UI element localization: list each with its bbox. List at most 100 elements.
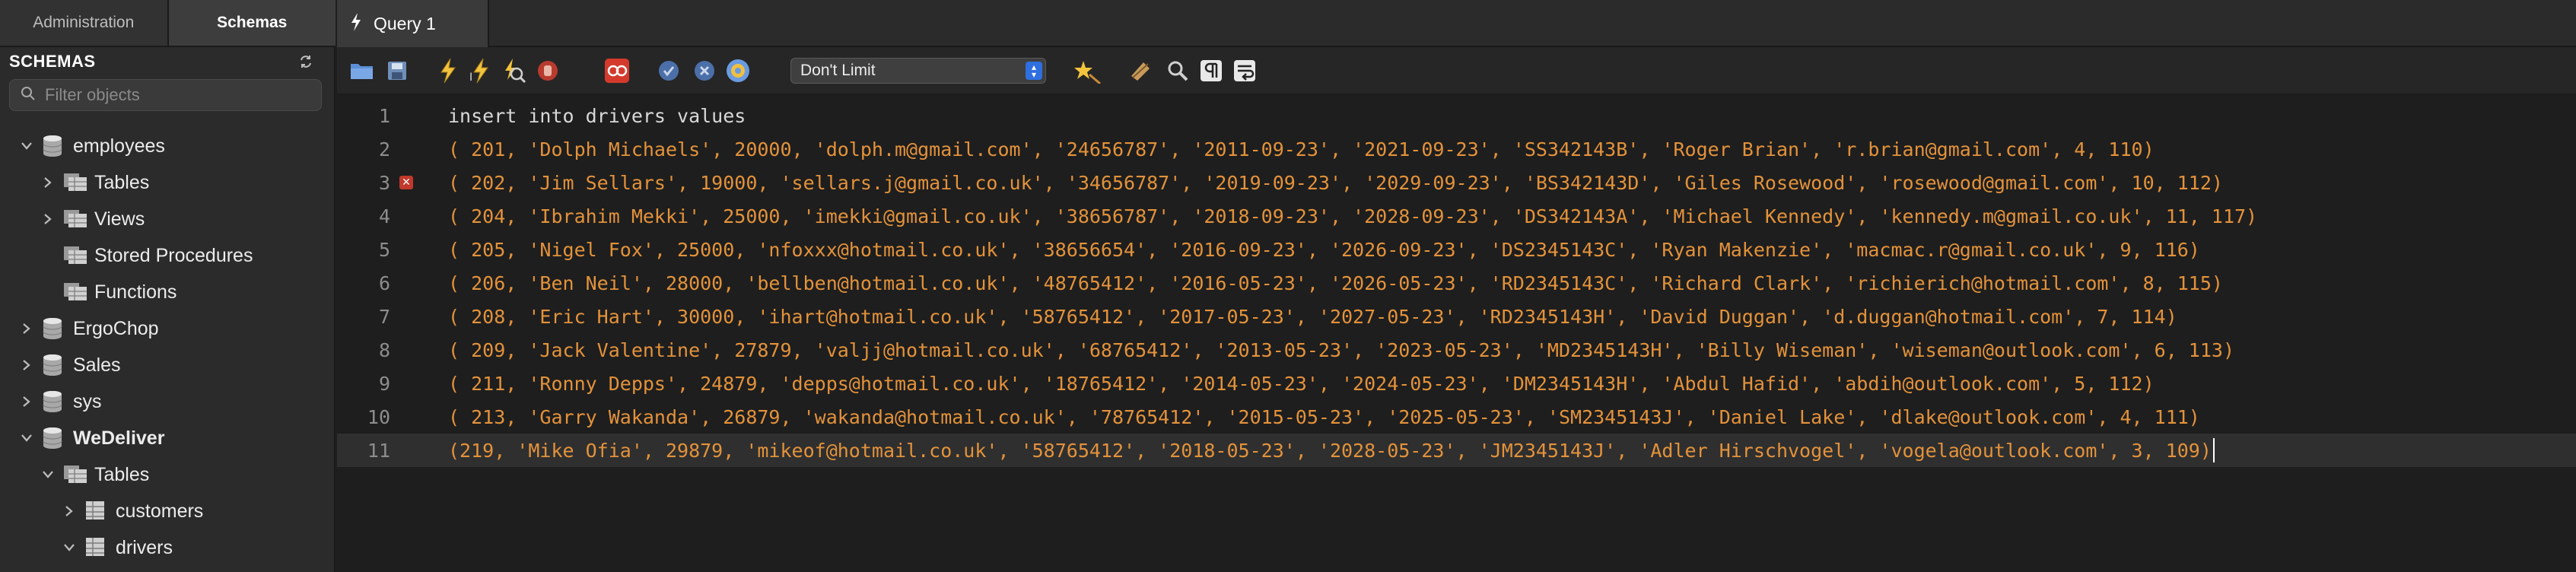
editor-line[interactable]: 9 ( 211, 'Ronny Depps', 24879, 'depps@hot… [337, 367, 2576, 400]
commit-icon[interactable] [654, 56, 683, 85]
tree-item-tables[interactable]: Tables [0, 456, 336, 493]
editor-line[interactable]: 6 ( 206, 'Ben Neil', 28000, 'bellben@hotm… [337, 266, 2576, 300]
line-number: 4 [378, 205, 390, 227]
line-number: 1 [378, 104, 390, 127]
tree-item-customers[interactable]: customers [0, 493, 336, 529]
rollback-icon[interactable] [690, 56, 719, 85]
autocommit-icon[interactable] [724, 56, 752, 85]
database-icon [41, 316, 67, 341]
database-icon [41, 389, 67, 414]
line-number: 11 [367, 439, 390, 462]
execute-current-icon[interactable]: I [466, 56, 495, 85]
wrap-lines-icon[interactable] [1230, 56, 1259, 85]
tree-item-stored-procedures[interactable]: Stored Procedures [0, 237, 336, 274]
search-replace-icon[interactable] [1163, 56, 1192, 85]
filter-input[interactable] [45, 85, 304, 105]
sql-file-icon [349, 12, 363, 36]
query-tab-label: Query 1 [374, 13, 436, 33]
chevron-right-icon[interactable] [40, 211, 56, 227]
beautify-icon[interactable] [1073, 56, 1102, 85]
svg-text:I: I [469, 72, 472, 84]
code-text: ( 211, 'Ronny Depps', 24879, 'depps@hotm… [448, 372, 2155, 395]
tree-item-employees[interactable]: employees [0, 128, 336, 164]
save-icon[interactable] [383, 56, 412, 85]
chevron-right-icon[interactable] [40, 174, 56, 191]
explain-icon[interactable] [499, 56, 528, 85]
error-marker-icon[interactable]: ✕ [399, 176, 413, 189]
refresh-icon[interactable] [296, 52, 316, 72]
schemas-title: SCHEMAS [9, 52, 96, 71]
code-text: ( 204, 'Ibrahim Mekki', 25000, 'imekki@g… [448, 205, 2258, 227]
tree-item-wedeliver[interactable]: WeDeliver [0, 420, 336, 456]
editor-line[interactable]: 4 ( 204, 'Ibrahim Mekki', 25000, 'imekki@… [337, 199, 2576, 233]
schema-tree: employees Tables Views Stored Procedures Fun… [0, 128, 336, 566]
tree-item-label: Sales [73, 354, 121, 376]
chevron-right-icon[interactable] [18, 393, 35, 410]
stop-icon[interactable] [533, 56, 562, 85]
editor-line[interactable]: 1 insert into drivers values [337, 99, 2576, 132]
line-number: 10 [367, 405, 390, 428]
editor-line[interactable]: 3 ✕ ( 202, 'Jim Sellars', 19000, 'sellars.… [337, 166, 2576, 199]
find-icon[interactable] [1127, 56, 1156, 85]
chevron-down-icon[interactable] [18, 430, 35, 446]
execute-icon[interactable] [434, 56, 463, 85]
tree-item-functions[interactable]: Functions [0, 274, 336, 310]
open-file-icon[interactable] [348, 56, 377, 85]
search-icon [21, 86, 36, 105]
chevron-right-icon[interactable] [18, 320, 35, 337]
line-number: 6 [378, 272, 390, 294]
toggle-error-icon[interactable] [603, 56, 631, 85]
tree-item-label: sys [73, 390, 102, 412]
line-number: 5 [378, 238, 390, 261]
code-text: ( 213, 'Garry Wakanda', 26879, 'wakanda@… [448, 405, 2200, 428]
chevron-down-icon[interactable] [18, 138, 35, 154]
views-folder-icon [62, 207, 88, 231]
database-icon [41, 426, 67, 450]
limit-rows-select[interactable]: Don't Limit ▴ ▾ [790, 58, 1046, 84]
code-text: ( 202, 'Jim Sellars', 19000, 'sellars.j@… [448, 171, 2223, 194]
procedures-folder-icon [62, 243, 88, 268]
tab-schemas[interactable]: Schemas [167, 0, 336, 46]
tree-item-label: Tables [94, 463, 150, 485]
editor-line[interactable]: 11 (219, 'Mike Ofia', 29879, 'mikeof@hotm… [337, 434, 2576, 467]
tree-item-views[interactable]: Views [0, 201, 336, 237]
chevron-down-icon[interactable] [40, 466, 56, 483]
chevron-down-icon[interactable] [61, 539, 78, 556]
code-text: ( 209, 'Jack Valentine', 27879, 'valjj@h… [448, 338, 2234, 361]
chevron-right-icon[interactable] [18, 357, 35, 373]
editor-line[interactable]: 5 ( 205, 'Nigel Fox', 25000, 'nfoxxx@hotm… [337, 233, 2576, 266]
sql-editor[interactable]: 1 insert into drivers values 2 ( 201, 'Dolp… [337, 97, 2576, 572]
line-number: 3 [378, 171, 390, 194]
tree-item-label: Functions [94, 281, 177, 303]
tree-item-label: Tables [94, 171, 150, 193]
limit-rows-value: Don't Limit [800, 62, 876, 79]
invisible-chars-icon[interactable] [1197, 56, 1226, 85]
navigator-tabs: Administration Schemas [0, 0, 336, 47]
tab-query-1[interactable]: Query 1 [337, 0, 489, 47]
tree-item-sales[interactable]: Sales [0, 347, 336, 383]
database-icon [41, 134, 67, 158]
code-text: (219, 'Mike Ofia', 29879, 'mikeof@hotmai… [448, 439, 2212, 462]
tree-item-tables[interactable]: Tables [0, 164, 336, 201]
editor-line[interactable]: 2 ( 201, 'Dolph Michaels', 20000, 'dolph.… [337, 132, 2576, 166]
editor-line[interactable]: 7 ( 208, 'Eric Hart', 30000, 'ihart@hotma… [337, 300, 2576, 333]
text-cursor [2213, 438, 2215, 462]
tables-folder-icon [62, 170, 88, 195]
editor-line[interactable]: 8 ( 209, 'Jack Valentine', 27879, 'valjj@… [337, 333, 2576, 367]
line-number: 2 [378, 138, 390, 160]
navigator-panel: Administration Schemas SCHEMAS employees… [0, 0, 336, 572]
filter-field[interactable] [9, 79, 322, 111]
tree-item-drivers[interactable]: drivers [0, 529, 336, 566]
tree-item-ergochop[interactable]: ErgoChop [0, 310, 336, 347]
tree-item-sys[interactable]: sys [0, 383, 336, 420]
schemas-header: SCHEMAS [0, 47, 336, 76]
table-icon [84, 535, 110, 560]
code-text: ( 201, 'Dolph Michaels', 20000, 'dolph.m… [448, 138, 2155, 160]
tree-item-label: ErgoChop [73, 317, 159, 339]
tables-folder-icon [62, 462, 88, 487]
chevron-right-icon[interactable] [61, 503, 78, 520]
tree-item-label: customers [116, 500, 204, 522]
tree-item-label: Stored Procedures [94, 244, 253, 266]
editor-line[interactable]: 10 ( 213, 'Garry Wakanda', 26879, 'wakand… [337, 400, 2576, 434]
tab-administration[interactable]: Administration [0, 0, 167, 46]
